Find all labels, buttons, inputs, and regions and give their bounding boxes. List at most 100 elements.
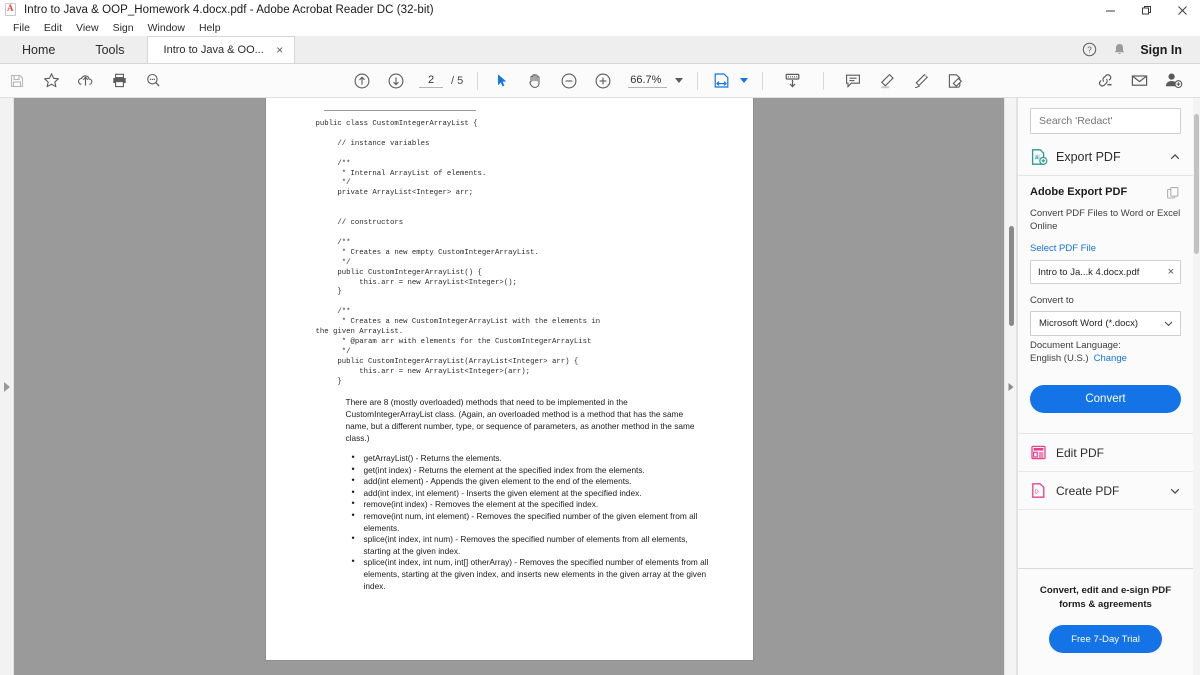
list-item: get(int index) - Returns the element at …: [346, 464, 716, 477]
selected-file-name: Intro to Ja...k 4.docx.pdf: [1038, 266, 1140, 278]
chevron-down-icon[interactable]: [1169, 485, 1181, 497]
hand-pan-icon[interactable]: [518, 64, 552, 98]
trial-promo-banner: Convert, edit and e-sign PDF forms & agr…: [1018, 568, 1193, 675]
tab-close-icon[interactable]: ×: [274, 44, 286, 56]
previous-page-up-arrow-icon[interactable]: [345, 64, 379, 98]
toolbar-divider: [762, 71, 764, 90]
save-icon[interactable]: [0, 64, 34, 98]
page-number-box: / 5: [419, 73, 463, 88]
page-scroll-down-icon[interactable]: [775, 64, 809, 98]
highlight-text-icon[interactable]: [870, 64, 904, 98]
redact-search-wrapper: [1018, 98, 1193, 142]
select-pdf-file-link[interactable]: Select PDF File: [1030, 243, 1181, 254]
list-item: splice(int index, int num) - Removes the…: [346, 533, 716, 557]
sign-in-button[interactable]: Sign In: [1134, 43, 1192, 57]
document-language-label: Document Language:: [1030, 340, 1121, 351]
list-item: add(int index, int element) - Inserts th…: [346, 487, 716, 500]
toolbar-divider: [697, 71, 699, 90]
workspace: public class CustomIntegerArrayList { //…: [0, 98, 1200, 675]
zoom-out-minus-icon[interactable]: [552, 64, 586, 98]
export-pdf-panel-header[interactable]: A Export PDF: [1018, 142, 1193, 176]
card-title: Adobe Export PDF: [1030, 186, 1128, 198]
toolbar-divider: [477, 71, 479, 90]
share-link-icon[interactable]: [1088, 64, 1122, 98]
convert-button[interactable]: Convert: [1030, 385, 1181, 413]
menu-help[interactable]: Help: [192, 20, 228, 36]
document-viewer[interactable]: public class CustomIntegerArrayList { //…: [14, 98, 1004, 675]
add-person-icon[interactable]: [1156, 64, 1190, 98]
document-language-value: English (U.S.): [1030, 353, 1089, 364]
expand-left-panel-arrow-icon[interactable]: [3, 381, 10, 392]
main-toolbar: / 5: [0, 64, 1200, 98]
restore-button[interactable]: [1128, 0, 1164, 20]
search-magnifier-icon[interactable]: [136, 64, 170, 98]
export-pdf-icon: A: [1030, 148, 1048, 166]
list-item: getArrayList() - Returns the elements.: [346, 452, 716, 465]
zoom-in-plus-icon[interactable]: [586, 64, 620, 98]
free-trial-button[interactable]: Free 7-Day Trial: [1049, 625, 1162, 653]
left-navigation-rail[interactable]: [0, 98, 14, 675]
tools-right-panel: A Export PDF Adobe Export PDF: [1017, 98, 1193, 675]
change-language-link[interactable]: Change: [1094, 353, 1127, 364]
duplicate-pages-icon[interactable]: [1166, 186, 1181, 201]
tab-document[interactable]: Intro to Java & OO... ×: [146, 36, 295, 63]
convert-to-select[interactable]: Microsoft Word (*.docx): [1030, 311, 1181, 336]
chevron-up-icon[interactable]: [1169, 151, 1181, 163]
draw-freehand-icon[interactable]: [904, 64, 938, 98]
tool-label-create-pdf: Create PDF: [1056, 483, 1120, 498]
edit-pdf-icon: [1030, 444, 1047, 461]
close-button[interactable]: [1164, 0, 1200, 20]
expand-right-panel-arrow-icon[interactable]: [1008, 382, 1013, 391]
upload-to-cloud-icon[interactable]: [68, 64, 102, 98]
menu-sign[interactable]: Sign: [106, 20, 141, 36]
send-email-icon[interactable]: [1122, 64, 1156, 98]
select-cursor-icon[interactable]: [484, 64, 518, 98]
selected-file-chip[interactable]: Intro to Ja...k 4.docx.pdf ×: [1030, 260, 1181, 284]
chevron-down-icon[interactable]: [740, 78, 749, 83]
convert-to-value: Microsoft Word (*.docx): [1039, 318, 1139, 329]
tool-row-create-pdf[interactable]: D Create PDF: [1018, 472, 1193, 510]
menu-file[interactable]: File: [6, 20, 37, 36]
svg-text:A: A: [1035, 155, 1039, 161]
print-icon[interactable]: [102, 64, 136, 98]
convert-to-label: Convert to: [1030, 295, 1074, 306]
zoom-level-control[interactable]: 66.7%: [628, 74, 684, 88]
adobe-export-pdf-card: Adobe Export PDF Convert PDF Files to Wo…: [1018, 176, 1193, 413]
tab-tools[interactable]: Tools: [77, 36, 142, 63]
menu-view[interactable]: View: [69, 20, 106, 36]
chevron-down-icon[interactable]: [675, 78, 684, 83]
list-item: remove(int index) - Removes the element …: [346, 498, 716, 511]
menu-window[interactable]: Window: [141, 20, 192, 36]
export-pdf-label: Export PDF: [1056, 150, 1121, 164]
search-input[interactable]: [1030, 108, 1181, 134]
toolbar-page-nav-group: / 5: [345, 64, 463, 98]
right-panel-scrollbar[interactable]: [1193, 98, 1200, 675]
notification-bell-icon[interactable]: [1104, 42, 1134, 57]
toolbar-left-group: [0, 64, 170, 98]
list-item: splice(int index, int num, int[] otherAr…: [346, 556, 716, 592]
tab-home[interactable]: Home: [0, 36, 77, 63]
document-language-row: English (U.S.) Change: [1030, 353, 1181, 364]
scrollbar-thumb[interactable]: [1009, 226, 1014, 326]
document-vertical-scrollbar[interactable]: [1004, 98, 1017, 675]
tool-row-edit-pdf[interactable]: Edit PDF: [1018, 434, 1193, 472]
add-comment-icon[interactable]: [836, 64, 870, 98]
chevron-down-icon[interactable]: [1163, 318, 1174, 329]
page-horizontal-rule: [323, 110, 476, 111]
toolbar-view-group: 66.7%: [484, 64, 684, 98]
menu-edit[interactable]: Edit: [37, 20, 69, 36]
right-panel-scrollbar-thumb[interactable]: [1194, 114, 1199, 254]
acrobat-app-icon: [5, 3, 19, 17]
pdf-page: public class CustomIntegerArrayList { //…: [265, 98, 753, 660]
current-page-input[interactable]: [419, 73, 443, 88]
fill-and-sign-icon[interactable]: [938, 64, 972, 98]
next-page-down-arrow-icon[interactable]: [379, 64, 413, 98]
toolbar-divider: [823, 71, 825, 90]
body-paragraph: There are 8 (mostly overloaded) methods …: [345, 397, 695, 443]
add-to-favorites-star-icon[interactable]: [34, 64, 68, 98]
help-circle-icon[interactable]: ?: [1074, 42, 1104, 57]
tab-strip: Home Tools Intro to Java & OO... × ? Sig…: [0, 36, 1200, 64]
fit-page-width-icon[interactable]: [704, 64, 738, 98]
minimize-button[interactable]: [1092, 0, 1128, 20]
close-icon[interactable]: ×: [1166, 266, 1176, 278]
